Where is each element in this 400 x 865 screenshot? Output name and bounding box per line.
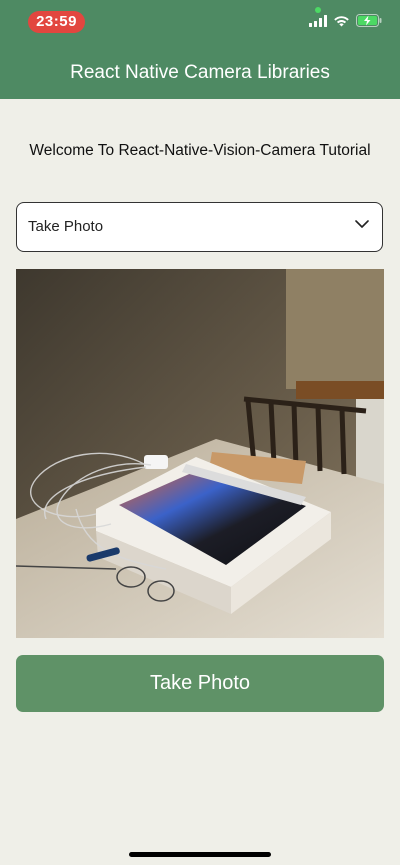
dropdown-selected-value: Take Photo (28, 218, 104, 235)
take-photo-button[interactable]: Take Photo (16, 655, 384, 712)
privacy-indicator-dot (315, 7, 321, 13)
chevron-down-icon (355, 220, 369, 228)
status-time[interactable]: 23:59 (28, 11, 85, 33)
take-photo-button-label: Take Photo (149, 672, 251, 694)
battery-charging-icon (356, 14, 382, 27)
mode-dropdown[interactable]: Take Photo (16, 202, 383, 252)
cellular-signal-icon (309, 14, 327, 27)
captured-photo (16, 269, 384, 638)
status-icons (309, 14, 382, 27)
wifi-icon (334, 15, 349, 26)
app-header: 23:59 React Native Camera Libraries (0, 0, 400, 99)
home-indicator[interactable] (129, 852, 271, 857)
header-title: React Native Camera Libraries (70, 62, 330, 83)
status-bar: 23:59 (0, 0, 400, 44)
welcome-text: Welcome To React-Native-Vision-Camera Tu… (29, 142, 371, 159)
